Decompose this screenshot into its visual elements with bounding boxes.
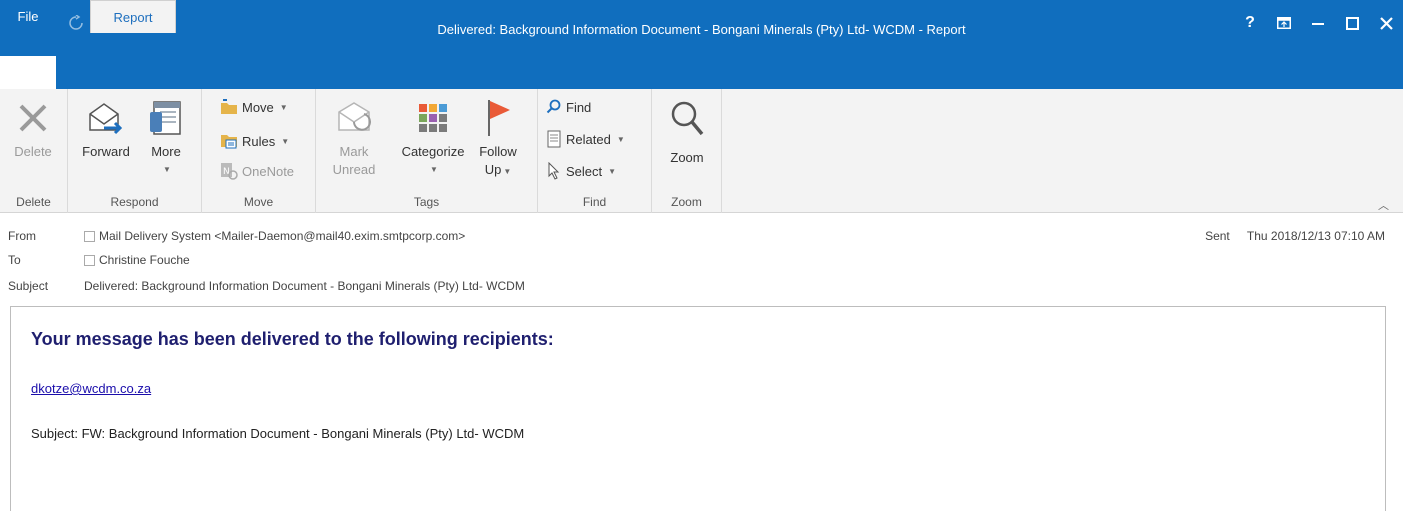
chevron-down-icon: ▼ [281, 136, 290, 146]
forward-icon [78, 93, 134, 143]
chevron-down-icon: ▼ [279, 102, 288, 112]
document-icon [547, 130, 561, 148]
group-label-delete: Delete [16, 195, 51, 209]
related-button[interactable]: Related ▼ [546, 127, 625, 151]
chevron-down-icon: ▼ [430, 165, 438, 174]
rules-icon [221, 135, 237, 149]
chevron-down-icon: ▼ [608, 166, 617, 176]
subject-label: Subject [8, 279, 49, 293]
contact-checkbox[interactable] [84, 230, 95, 242]
from-value[interactable]: Mail Delivery System <Mailer-Daemon@mail… [99, 229, 465, 243]
respond-group: Forward More ▼ Respond [68, 89, 202, 213]
tags-group: Mark Unread Categorize ▼ Follow Up ▼ Tags [316, 89, 538, 213]
group-label-zoom: Zoom [671, 195, 702, 209]
message-subject-line: Subject: FW: Background Information Docu… [31, 426, 525, 441]
move-button[interactable]: Move ▼ [220, 95, 288, 119]
search-icon [546, 99, 561, 114]
rules-button[interactable]: Rules ▼ [220, 129, 289, 153]
find-group: Find Related ▼ Select ▼ Find [538, 89, 652, 213]
chevron-down-icon: ▼ [616, 134, 625, 144]
to-value[interactable]: Christine Fouche [99, 253, 190, 267]
subject-value: Delivered: Background Information Docume… [84, 279, 525, 293]
zoom-button[interactable]: Zoom [660, 93, 714, 167]
categorize-button[interactable]: Categorize ▼ [394, 93, 472, 179]
mark-unread-button[interactable]: Mark Unread [330, 93, 378, 179]
help-icon[interactable]: ? [1233, 10, 1267, 36]
group-label-tags: Tags [413, 195, 440, 209]
move-group: Move ▼ Rules ▼ N OneNote Move [202, 89, 316, 213]
more-button[interactable]: More ▼ [140, 93, 192, 179]
folder-move-icon [221, 99, 237, 114]
sent-info: Sent Thu 2018/12/13 07:10 AM [1205, 229, 1385, 243]
message-heading: Your message has been delivered to the f… [31, 329, 554, 349]
mark-unread-icon [330, 93, 378, 143]
ribbon-display-options-icon[interactable] [1267, 10, 1301, 36]
categorize-icon [394, 93, 472, 143]
recipient-link[interactable]: dkotze@wcdm.co.za [31, 381, 151, 396]
window-controls: ? [1233, 10, 1403, 36]
ribbon: Delete Delete Forward More ▼ Respond Mov… [0, 89, 1403, 213]
magnifier-icon [660, 93, 714, 143]
follow-up-button[interactable]: Follow Up ▼ [472, 93, 524, 181]
select-button[interactable]: Select ▼ [546, 159, 616, 183]
sent-label: Sent [1205, 229, 1230, 243]
message-body[interactable]: Your message has been delivered to the f… [10, 306, 1386, 511]
from-label: From [8, 229, 36, 243]
onenote-icon: N [221, 163, 238, 180]
chevron-down-icon: ▼ [163, 165, 171, 174]
tab-report[interactable]: Report [90, 0, 176, 33]
sent-value: Thu 2018/12/13 07:10 AM [1246, 229, 1385, 243]
find-button[interactable]: Find [546, 95, 591, 119]
contact-checkbox[interactable] [84, 254, 95, 266]
delete-icon [6, 93, 60, 143]
cursor-icon [548, 162, 560, 180]
zoom-group: Zoom Zoom [652, 89, 722, 213]
title-bar: Delivered: Background Information Docume… [0, 0, 1403, 56]
group-label-respond: Respond [110, 195, 159, 209]
minimize-icon[interactable] [1301, 10, 1335, 36]
tab-file[interactable]: File [0, 0, 56, 33]
group-label-find: Find [582, 195, 607, 209]
collapse-ribbon-icon[interactable]: ︿ [1378, 197, 1389, 213]
to-label: To [8, 253, 21, 267]
onenote-button[interactable]: N OneNote [220, 159, 294, 183]
group-label-move: Move [243, 195, 274, 209]
chevron-down-icon: ▼ [503, 167, 512, 176]
window-title: Delivered: Background Information Docume… [437, 22, 966, 37]
delete-group: Delete Delete [0, 89, 68, 213]
delete-button[interactable]: Delete [6, 93, 60, 161]
forward-button[interactable]: Forward [78, 93, 134, 161]
flag-icon [472, 93, 524, 143]
more-icon [140, 93, 192, 143]
maximize-icon[interactable] [1335, 10, 1369, 36]
close-icon[interactable] [1369, 10, 1403, 36]
